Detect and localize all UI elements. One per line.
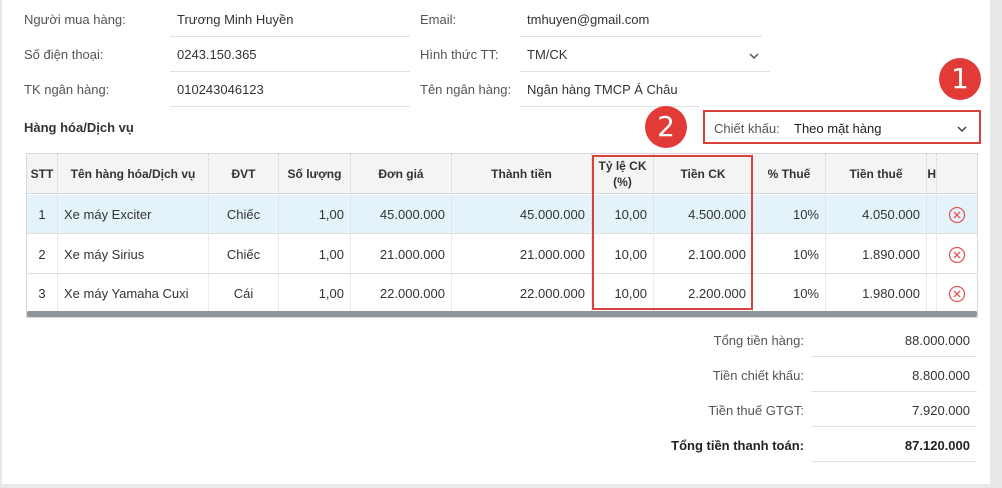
callout-badge-2: 2 <box>645 106 687 148</box>
row-truncated-cell <box>927 235 937 274</box>
table-row[interactable]: 2 Xe máy Sirius Chiếc 1,00 21.000.000 21… <box>27 235 977 274</box>
header-unit: ĐVT <box>209 154 279 194</box>
chevron-down-icon[interactable] <box>748 51 760 61</box>
horizontal-scrollbar[interactable] <box>27 311 977 317</box>
row-unit[interactable]: Chiếc <box>209 235 279 274</box>
goods-total-label: Tổng tiền hàng: <box>713 333 804 348</box>
row-stt: 1 <box>27 195 58 234</box>
email-underline <box>520 36 762 37</box>
row-unit[interactable]: Cái <box>209 274 279 313</box>
buyer-name-underline <box>170 36 410 37</box>
row-quantity[interactable]: 1,00 <box>279 274 351 313</box>
callout-badge-1: 1 <box>939 58 981 100</box>
email-label: Email: <box>420 12 457 27</box>
row-vat-amount[interactable]: 1.890.000 <box>826 235 927 274</box>
phone-field[interactable]: 0243.150.365 <box>177 47 257 62</box>
phone-label: Số điện thoại: <box>24 47 104 62</box>
bank-name-field[interactable]: Ngân hàng TMCP Á Châu <box>527 82 678 97</box>
row-name[interactable]: Xe máy Sirius <box>58 235 209 274</box>
table-row[interactable]: 1 Xe máy Exciter Chiếc 1,00 45.000.000 4… <box>27 195 977 234</box>
row-amount[interactable]: 21.000.000 <box>452 235 592 274</box>
bank-account-underline <box>170 106 410 107</box>
payment-method-select[interactable]: TM/CK <box>527 47 567 62</box>
row-truncated-cell <box>927 195 937 234</box>
row-unit-price[interactable]: 22.000.000 <box>351 274 452 313</box>
header-stt: STT <box>27 154 58 194</box>
vat-total-underline <box>811 426 977 427</box>
phone-underline <box>170 71 410 72</box>
discount-value: Theo mặt hàng <box>794 121 882 136</box>
row-unit-price[interactable]: 21.000.000 <box>351 235 452 274</box>
bank-account-field[interactable]: 010243046123 <box>177 82 264 97</box>
grand-total-label: Tổng tiền thanh toán: <box>671 438 804 453</box>
delete-row-icon[interactable] <box>948 285 966 303</box>
discount-label: Chiết khấu: <box>714 121 780 136</box>
row-delete-cell <box>937 195 977 234</box>
row-vat-amount[interactable]: 1.980.000 <box>826 274 927 313</box>
vat-total-label: Tiền thuế GTGT: <box>708 403 804 418</box>
payment-method-underline <box>520 71 770 72</box>
header-unit-price: Đơn giá <box>351 154 452 194</box>
row-delete-cell <box>937 235 977 274</box>
row-truncated-cell <box>927 274 937 313</box>
vat-total-value: 7.920.000 <box>912 403 970 418</box>
discount-total-label: Tiền chiết khấu: <box>712 368 804 383</box>
delete-row-icon[interactable] <box>948 246 966 264</box>
header-truncated: H <box>927 154 937 194</box>
scrollbar-thumb[interactable] <box>27 311 977 317</box>
goods-total-value: 88.000.000 <box>904 333 970 348</box>
row-vat-rate[interactable]: 10% <box>753 235 826 274</box>
goods-total-underline <box>811 356 977 357</box>
row-amount[interactable]: 22.000.000 <box>452 274 592 313</box>
row-quantity[interactable]: 1,00 <box>279 195 351 234</box>
discount-total-value: 8.800.000 <box>912 368 970 383</box>
bank-name-label: Tên ngân hàng: <box>420 82 512 97</box>
row-unit-price[interactable]: 45.000.000 <box>351 195 452 234</box>
payment-method-label: Hình thức TT: <box>420 47 499 62</box>
header-amount: Thành tiền <box>452 154 592 194</box>
row-vat-rate[interactable]: 10% <box>753 274 826 313</box>
row-amount[interactable]: 45.000.000 <box>452 195 592 234</box>
bank-account-label: TK ngân hàng: <box>24 82 110 97</box>
discount-total-underline <box>811 391 977 392</box>
row-vat-rate[interactable]: 10% <box>753 195 826 234</box>
row-stt: 3 <box>27 274 58 313</box>
chevron-down-icon[interactable] <box>956 124 968 134</box>
row-delete-cell <box>937 274 977 313</box>
row-quantity[interactable]: 1,00 <box>279 235 351 274</box>
row-unit[interactable]: Chiếc <box>209 195 279 234</box>
discount-columns-highlight <box>592 155 753 310</box>
row-stt: 2 <box>27 235 58 274</box>
grand-total-value: 87.120.000 <box>904 438 970 453</box>
goods-section-title: Hàng hóa/Dịch vụ <box>24 120 134 135</box>
header-name: Tên hàng hóa/Dịch vụ <box>58 154 209 194</box>
row-name[interactable]: Xe máy Yamaha Cuxi <box>58 274 209 313</box>
discount-select[interactable]: Chiết khấu: Theo mặt hàng <box>703 110 981 144</box>
table-row[interactable]: 3 Xe máy Yamaha Cuxi Cái 1,00 22.000.000… <box>27 274 977 313</box>
buyer-name-label: Người mua hàng: <box>24 12 126 27</box>
grand-total-underline <box>811 461 977 462</box>
header-vat-rate: % Thuế <box>753 154 826 194</box>
buyer-name-field[interactable]: Trương Minh Huyền <box>177 12 293 27</box>
header-quantity: Số lượng <box>279 154 351 194</box>
goods-table: STT Tên hàng hóa/Dịch vụ ĐVT Số lượng Đơ… <box>26 153 978 318</box>
header-actions <box>937 154 977 194</box>
row-vat-amount[interactable]: 4.050.000 <box>826 195 927 234</box>
table-header: STT Tên hàng hóa/Dịch vụ ĐVT Số lượng Đơ… <box>27 154 977 194</box>
email-field[interactable]: tmhuyen@gmail.com <box>527 12 649 27</box>
delete-row-icon[interactable] <box>948 206 966 224</box>
row-name[interactable]: Xe máy Exciter <box>58 195 209 234</box>
header-vat-amount: Tiền thuế <box>826 154 927 194</box>
